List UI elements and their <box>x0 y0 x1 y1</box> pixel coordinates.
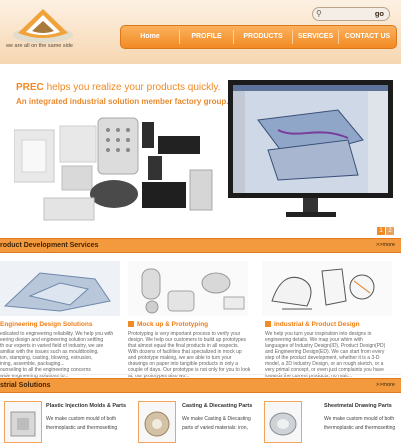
banner-subheadline: An integrated industrial solution member… <box>16 97 229 106</box>
more-link[interactable]: >>more <box>376 379 395 392</box>
industrial-solutions-header: strial Solutions >>more <box>0 378 401 393</box>
plastic-molds-title[interactable]: Plastic Injection Molds & Parts <box>46 403 126 409</box>
casting-parts-title[interactable]: Casting & Diecasting Parts <box>182 403 252 409</box>
bullet-square-icon <box>265 321 271 328</box>
plastic-molds-thumbnail[interactable] <box>4 401 42 443</box>
more-link[interactable]: >>more <box>376 239 395 252</box>
sheetmetal-parts-desc-line: thermoplastic and thermosetting <box>324 425 396 431</box>
casting-parts-desc-line: We make Casting & Diecasting <box>182 416 251 422</box>
product-parts-image <box>14 117 213 221</box>
banner-headline-text: helps you realize your products quickly. <box>46 82 221 93</box>
hero-banner[interactable]: PREC helps you realize your products qui… <box>0 72 401 235</box>
casting-parts-desc-line: parts of varied materials: iron, <box>182 425 248 431</box>
service-heading-prototyping[interactable]: Mock up & Prototyping <box>128 321 208 328</box>
section-title: strial Solutions <box>0 382 51 389</box>
search-go-button[interactable]: go <box>375 8 384 20</box>
site-header: we are all on the same side ⚲ go Home PR… <box>0 0 401 64</box>
slider-pagination: 12 <box>376 219 394 237</box>
main-nav: Home PROFILE PRODUCTS SERVICES CONTACT U… <box>120 25 397 49</box>
prototyping-image[interactable] <box>128 261 248 316</box>
search-icon: ⚲ <box>316 9 322 18</box>
bullet-square-icon <box>128 321 134 328</box>
banner-headline: PREC helps you realize your products qui… <box>16 82 220 93</box>
section-title: roduct Development Services <box>0 242 99 249</box>
banner-brand: PREC <box>16 82 44 93</box>
nav-contact-us[interactable]: CONTACT US <box>339 26 396 48</box>
service-desc-engineering: edicated to engineering reliability. We … <box>0 331 114 379</box>
company-tagline: we are all on the same side <box>6 43 73 49</box>
casting-parts-thumbnail[interactable] <box>138 401 176 443</box>
plastic-molds-desc-line: We make custom mould of both <box>46 416 117 422</box>
sheetmetal-parts-desc-line: We make custom mould of both <box>324 416 395 422</box>
cad-monitor-image <box>228 80 393 217</box>
sheetmetal-parts-thumbnail[interactable] <box>264 401 302 443</box>
divider <box>0 374 401 375</box>
engineering-design-image[interactable] <box>0 261 120 316</box>
search-box[interactable]: ⚲ go <box>312 7 390 21</box>
nav-home[interactable]: Home <box>121 26 179 48</box>
service-heading-industrial-design[interactable]: Industrial & Product Design <box>265 321 360 328</box>
product-dev-header: roduct Development Services >>more <box>0 238 401 253</box>
slide-dot[interactable]: 1 <box>377 227 385 235</box>
service-heading-engineering[interactable]: Engineering Design Solutions <box>0 321 92 328</box>
service-desc-industrial-design: We help you turn your inspiration into d… <box>265 331 386 379</box>
nav-services[interactable]: SERVICES <box>293 26 338 48</box>
nav-products[interactable]: PRODUCTS <box>234 26 292 48</box>
sheetmetal-parts-title[interactable]: Sheetmetal Drawing Parts <box>324 403 392 409</box>
slide-dot[interactable]: 2 <box>386 227 394 235</box>
nav-profile[interactable]: PROFILE <box>180 26 233 48</box>
company-logo[interactable] <box>8 5 78 47</box>
service-desc-prototyping: Prototyping is very important process to… <box>128 331 251 379</box>
plastic-molds-desc-line: thermoplastic and thermosetting <box>46 425 118 431</box>
industrial-design-image[interactable] <box>262 261 392 316</box>
